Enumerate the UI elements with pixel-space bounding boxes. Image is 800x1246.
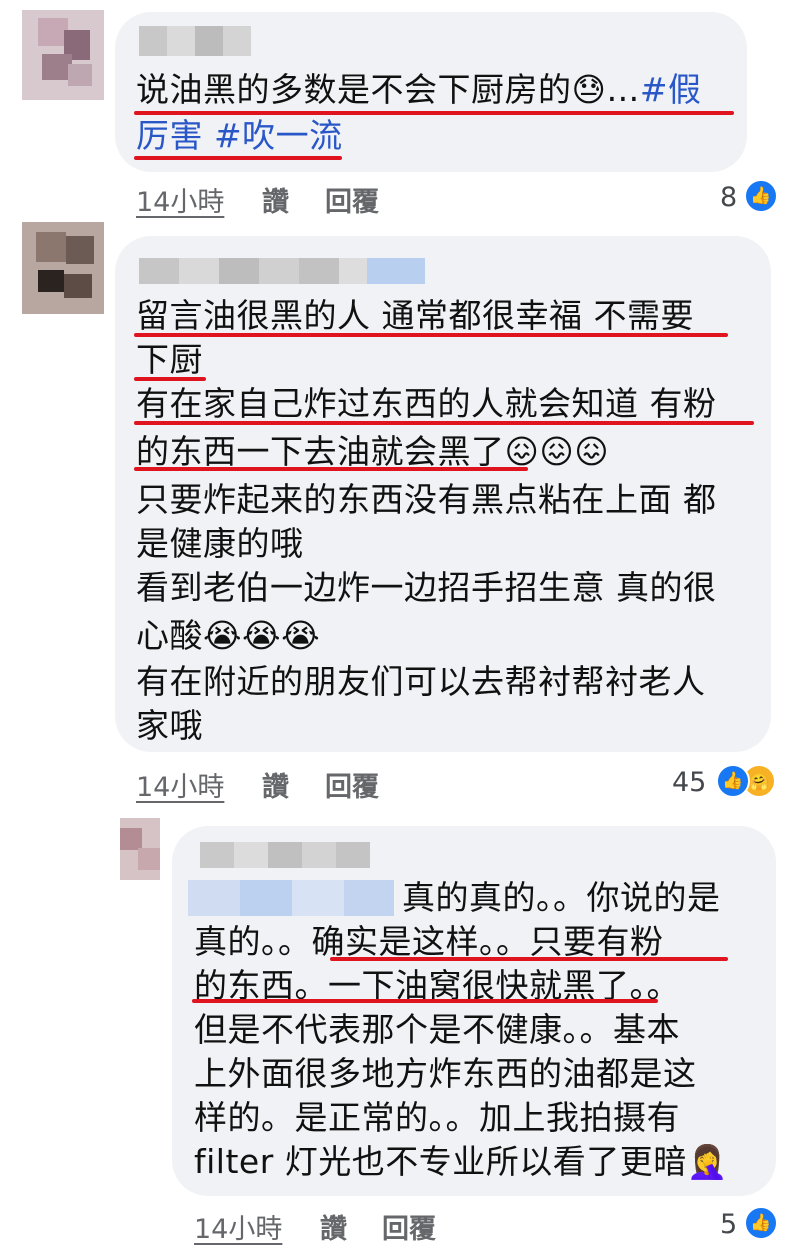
- comment-text-line: 说油黑的多数是不会下厨房的😓…#假: [136, 70, 702, 109]
- reply-text-line: 真的真的。。你说的是: [402, 878, 721, 917]
- avatar[interactable]: [22, 10, 104, 100]
- comment-text-line: 心酸😭😭😭: [136, 616, 321, 655]
- like-icon: 👍: [716, 764, 750, 798]
- like-button[interactable]: 讚: [262, 765, 289, 804]
- reply-button[interactable]: 回覆: [382, 1207, 436, 1246]
- avatar[interactable]: [22, 222, 104, 314]
- commenter-name[interactable]: [139, 258, 425, 284]
- comment-text-line: 家哦: [136, 706, 203, 745]
- red-underline: [330, 957, 728, 961]
- reply-text-line: 样的。是正常的。。加上我拍摄有: [194, 1098, 680, 1137]
- red-underline: [134, 156, 342, 160]
- red-underline: [134, 421, 754, 425]
- comment-text-line: 有在家自己炸过东西的人就会知道 有粉: [136, 384, 717, 423]
- red-underline: [134, 333, 728, 337]
- commenter-name[interactable]: [200, 842, 370, 868]
- reaction-count[interactable]: 8: [720, 182, 737, 213]
- reaction-count[interactable]: 45: [672, 767, 706, 798]
- red-underline: [134, 467, 528, 471]
- reply-button[interactable]: 回覆: [325, 765, 379, 804]
- comment-text-line: 只要炸起来的东西没有黑点粘在上面 都: [136, 480, 717, 519]
- like-icon: 👍: [744, 179, 778, 213]
- tagged-name[interactable]: [188, 880, 394, 916]
- comment-timestamp[interactable]: 14小時: [136, 180, 224, 219]
- like-icon: 👍: [744, 1206, 778, 1240]
- reply-text-line: 但是不代表那个是不健康。。基本: [194, 1010, 680, 1049]
- red-underline: [134, 111, 734, 115]
- comment-text-line: 留言油很黑的人 通常都很幸福 不需要: [136, 296, 694, 335]
- red-underline: [192, 999, 658, 1003]
- hashtag-text[interactable]: #假: [640, 70, 702, 109]
- comment-text-line: 下厨: [136, 340, 203, 379]
- commenter-name[interactable]: [139, 26, 251, 56]
- comment-text-line: 看到老伯一边炸一边招手招生意 真的很: [136, 568, 717, 607]
- reply-button[interactable]: 回覆: [325, 180, 379, 219]
- like-button[interactable]: 讚: [262, 180, 289, 219]
- avatar[interactable]: [120, 818, 160, 880]
- like-button[interactable]: 讚: [320, 1207, 347, 1246]
- comment-timestamp[interactable]: 14小時: [136, 765, 224, 804]
- red-underline: [134, 377, 206, 381]
- hashtag-text[interactable]: 厉害 #吹一流: [136, 114, 343, 158]
- reaction-count[interactable]: 5: [720, 1209, 737, 1240]
- reply-timestamp[interactable]: 14小時: [194, 1207, 282, 1246]
- reply-text-line: 上外面很多地方炸东西的油都是这: [194, 1054, 697, 1093]
- comment-text-line: 有在附近的朋友们可以去帮衬帮衬老人: [136, 662, 706, 701]
- comment-text-line: 是健康的哦: [136, 524, 304, 563]
- reply-text-line: filter 灯光也不专业所以看了更暗🤦‍♀️: [194, 1142, 729, 1181]
